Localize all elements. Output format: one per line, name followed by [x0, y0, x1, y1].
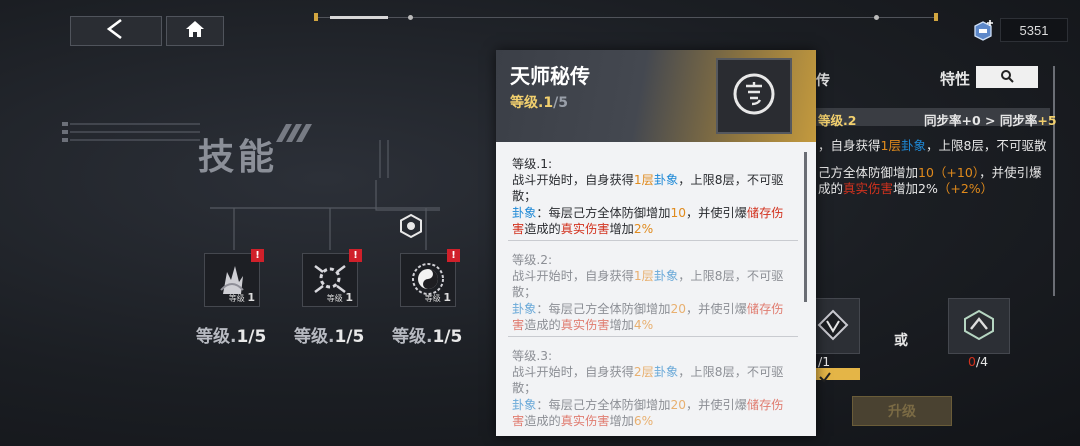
- material-2-count: 0/4: [968, 354, 989, 369]
- right-panel-title: 传: [816, 73, 830, 89]
- skill-level-mini: 等级 1: [424, 291, 451, 304]
- page-progress-fill: [330, 16, 388, 19]
- skills-title: 技能: [198, 137, 279, 178]
- skill-level-mini: 等级 1: [326, 291, 353, 304]
- material-1-count: /1: [818, 354, 831, 369]
- home-icon: [184, 19, 206, 43]
- skill-level-2: 等级.1/5: [294, 327, 365, 347]
- alert-badge: !: [251, 249, 264, 262]
- right-desc-line-3: 成的真实伤害增加2%（+2%）: [818, 181, 994, 196]
- popup-header: 天师秘传 等级.1/5: [496, 50, 816, 142]
- skill-detail-popup: 天师秘传 等级.1/5 等级.1: 战斗开始时，自身获得1层卦象，上限8层，不可…: [496, 50, 816, 436]
- progress-tick-right: [934, 13, 938, 21]
- skill-slot-1[interactable]: ! 等级 1: [204, 249, 264, 307]
- right-level: 等级.2: [818, 113, 857, 128]
- selected-indicator-icon: [398, 213, 424, 243]
- page-progress-track: [314, 17, 934, 18]
- alert-badge: !: [447, 249, 460, 262]
- skill-level-mini: 等级 1: [228, 291, 255, 304]
- back-button[interactable]: [70, 16, 162, 46]
- checkmark-icon: [818, 368, 832, 387]
- level-desc-2: 等级.2: 战斗开始时，自身获得1层卦象，上限8层，不可驱散； 卦象：每层己方全…: [512, 253, 784, 332]
- material-slot-2[interactable]: [948, 298, 1010, 354]
- right-desc-line-1: ，自身获得1层卦象，上限8层，不可驱散: [818, 138, 1047, 153]
- or-label: 或: [894, 333, 908, 349]
- sync-rate-change: 同步率+0 > 同步率+5: [924, 113, 1057, 128]
- skill-level-1: 等级.1/5: [196, 327, 267, 347]
- alert-badge: !: [349, 249, 362, 262]
- material-1-status: [816, 368, 860, 383]
- popup-level: 等级.1/5: [510, 95, 568, 111]
- level-divider: [508, 240, 798, 241]
- upgrade-button[interactable]: 升级: [852, 396, 952, 426]
- chevron-left-icon: [103, 18, 129, 44]
- progress-tick-left: [314, 13, 318, 21]
- diamond-crest-icon: [815, 307, 851, 347]
- skill-slot-3[interactable]: ! 等级 1: [400, 249, 460, 307]
- level-divider: [508, 336, 798, 337]
- popup-body[interactable]: 等级.1: 战斗开始时，自身获得1层卦象，上限8层，不可驱散； 卦象：每层己方全…: [496, 142, 816, 436]
- skill-slot-2[interactable]: ! 等级 1: [302, 249, 362, 307]
- skill-level-3: 等级.1/5: [392, 327, 463, 347]
- progress-dot: [408, 15, 413, 20]
- popup-scrollbar[interactable]: [804, 152, 807, 302]
- trait-search-button[interactable]: [976, 66, 1038, 88]
- search-icon: [1000, 68, 1014, 87]
- progress-dot: [874, 15, 879, 20]
- currency-add-button[interactable]: [972, 18, 998, 44]
- popup-title: 天师秘传: [510, 64, 590, 88]
- trait-label: 特性: [940, 70, 971, 88]
- popup-skill-icon: [716, 58, 792, 134]
- crystal-icon: [972, 20, 998, 48]
- level-desc-1: 等级.1: 战斗开始时，自身获得1层卦象，上限8层，不可驱散； 卦象：每层己方全…: [512, 157, 784, 236]
- right-panel-border: [1053, 66, 1055, 296]
- sigil-icon: [730, 70, 778, 122]
- currency-value: 5351: [1000, 18, 1068, 42]
- crest-emblem-icon: [961, 307, 997, 347]
- home-button[interactable]: [166, 16, 224, 46]
- level-desc-3: 等级.3: 战斗开始时，自身获得2层卦象，上限8层，不可驱散； 卦象：每层己方全…: [512, 349, 784, 428]
